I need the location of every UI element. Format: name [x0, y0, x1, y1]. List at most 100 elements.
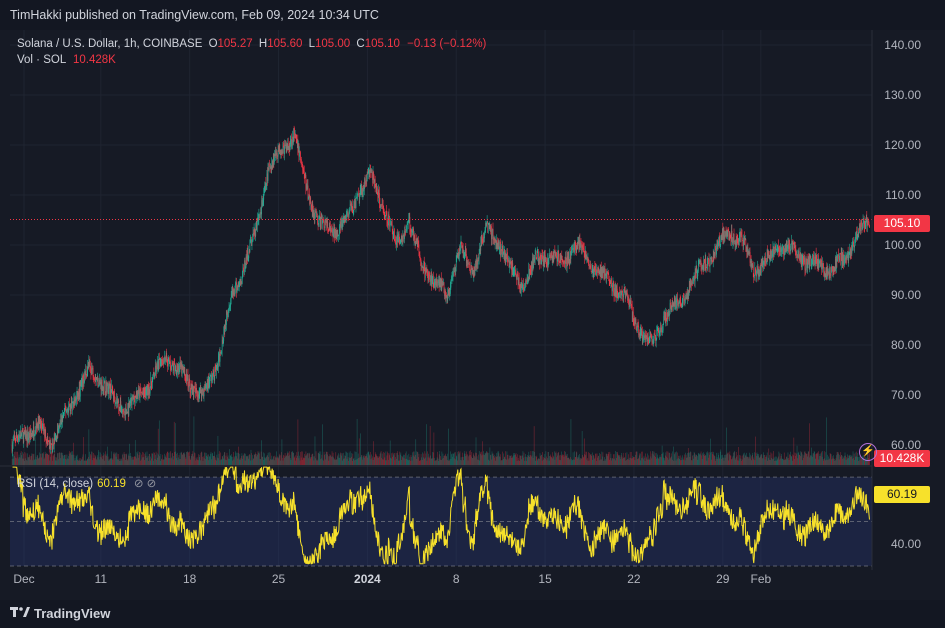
volume-bar: [757, 453, 758, 465]
volume-bar: [270, 459, 272, 465]
candle-body: [537, 252, 538, 259]
volume-bar: [370, 452, 371, 465]
volume-bar: [247, 456, 249, 465]
volume-bar: [344, 455, 346, 465]
volume-bar: [704, 455, 706, 465]
volume-bar: [733, 452, 735, 465]
volume-bar: [510, 455, 511, 465]
symbol-title[interactable]: Solana / U.S. Dollar, 1h, COINBASE: [17, 38, 202, 50]
volume-bar: [404, 459, 406, 465]
volume-bar: [109, 458, 111, 465]
volume-bar: [811, 455, 813, 465]
volume-bar: [670, 457, 671, 465]
volume-bar: [525, 454, 526, 465]
volume-bar: [660, 456, 661, 465]
volume-bar: [791, 454, 793, 465]
price-chart[interactable]: 40.00 140.00130.00120.00110.00100.0090.0…: [0, 0, 945, 628]
volume-bar: [562, 454, 563, 465]
volume-bar: [102, 459, 104, 465]
volume-bar: [115, 453, 116, 465]
volume-bar: [194, 452, 195, 465]
volume-bar: [442, 458, 443, 465]
volume-bar: [484, 455, 485, 465]
volume-bar: [629, 457, 630, 465]
volume-bar: [762, 457, 764, 465]
volume-bar: [800, 456, 802, 465]
volume-bar: [254, 454, 256, 465]
volume-bar: [328, 460, 330, 465]
volume-bar: [237, 452, 239, 465]
volume-bar: [734, 451, 735, 465]
volume-bar: [260, 451, 262, 465]
volume-bar: [626, 459, 627, 465]
volume-bar: [275, 457, 276, 465]
volume-bar: [719, 451, 721, 465]
volume-bar: [806, 453, 807, 465]
x-tick-label: 8: [453, 572, 460, 586]
volume-bar: [405, 451, 407, 465]
volume-bar: [235, 452, 237, 465]
volume-bar: [492, 453, 493, 465]
volume-bar: [521, 459, 522, 465]
volume-bar: [411, 460, 413, 465]
volume-bar: [681, 460, 682, 465]
volume-bar: [847, 454, 848, 465]
volume-bar: [583, 457, 585, 465]
rsi-visibility-icon[interactable]: ⊘ ⊘: [134, 478, 156, 490]
volume-bar: [425, 453, 427, 465]
volume-bar: [794, 458, 795, 465]
volume-label[interactable]: Vol · SOL: [17, 54, 66, 66]
volume-bar: [305, 451, 307, 465]
volume-bar: [450, 458, 452, 465]
volume-bar: [575, 457, 577, 465]
volume-bar: [265, 458, 266, 465]
volume-bar: [503, 456, 505, 465]
volume-bar: [495, 456, 497, 465]
volume-bar: [612, 459, 614, 465]
volume-bar: [540, 456, 541, 465]
volume-bar: [367, 451, 369, 465]
volume-bar: [674, 454, 675, 465]
volume-bar: [349, 457, 350, 465]
volume-bar: [475, 452, 476, 465]
rsi-label[interactable]: RSI (14, close): [17, 478, 93, 490]
volume-bar: [527, 455, 529, 465]
candle-body: [56, 438, 58, 442]
volume-bar: [408, 453, 410, 465]
volume-bar: [523, 452, 525, 465]
volume-bar: [757, 455, 759, 465]
volume-bar: [383, 452, 385, 465]
volume-bar: [810, 456, 812, 465]
lightning-icon[interactable]: ⚡: [859, 443, 877, 461]
volume-bar: [568, 457, 570, 465]
volume-bar: [584, 454, 586, 465]
volume-bar: [92, 457, 94, 465]
volume-bar: [436, 459, 437, 465]
volume-bar: [186, 452, 187, 465]
volume-bar: [53, 454, 54, 465]
volume-bar: [552, 458, 554, 465]
volume-bar: [239, 453, 241, 465]
volume-bar: [317, 453, 319, 465]
volume-bar: [598, 455, 599, 465]
volume-bar: [553, 455, 554, 465]
volume-bar: [369, 455, 371, 465]
tradingview-logo[interactable]: TradingView: [10, 605, 110, 621]
volume-bar: [605, 453, 607, 465]
volume-bar: [537, 459, 539, 465]
volume-bar: [65, 458, 66, 465]
volume-bar: [513, 453, 514, 465]
volume-bar: [539, 459, 540, 465]
volume-bar: [290, 459, 292, 465]
volume-bar: [754, 452, 755, 465]
volume-bar: [564, 455, 566, 465]
volume-bar: [188, 452, 189, 465]
volume-bar: [195, 457, 197, 465]
volume-bar: [792, 455, 794, 465]
volume-bar: [132, 456, 134, 465]
volume-bar: [822, 458, 824, 465]
volume-bar: [77, 459, 78, 465]
volume-bar: [508, 459, 509, 465]
volume-bar: [241, 453, 243, 465]
volume-bar: [391, 453, 393, 465]
